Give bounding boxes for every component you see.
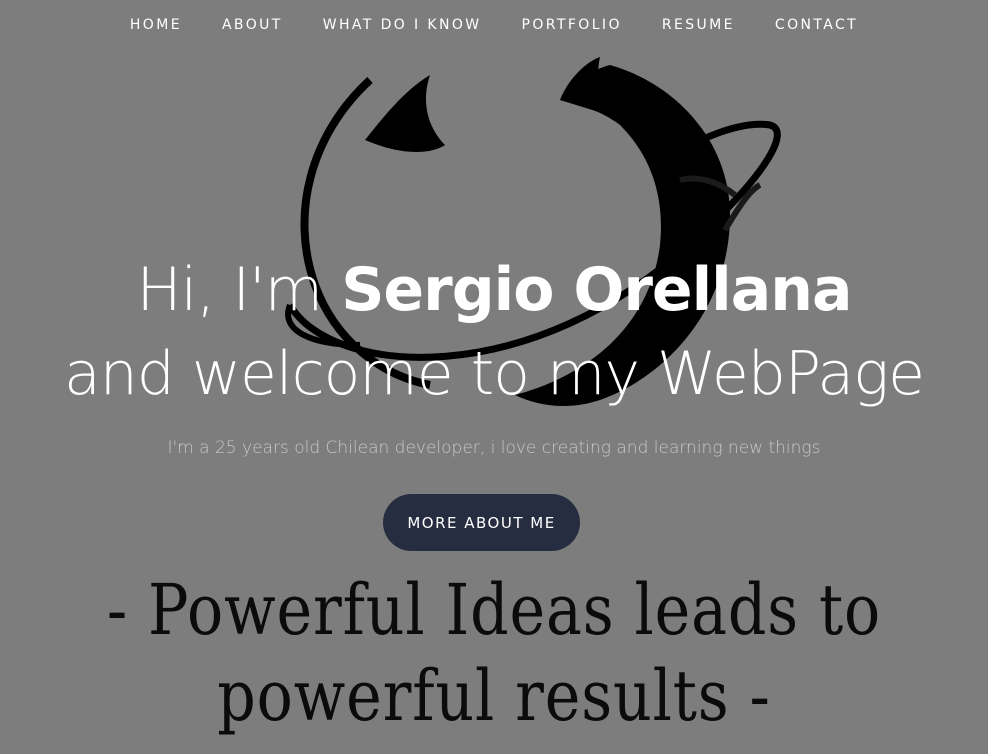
nav-link-portfolio[interactable]: PORTFOLIO <box>502 0 642 50</box>
quote-line-2: powerful results - <box>217 655 771 737</box>
top-navigation: HOME ABOUT WHAT DO I KNOW PORTFOLIO RESU… <box>0 0 988 50</box>
nav-link-resume[interactable]: RESUME <box>642 0 755 50</box>
hero-subtitle: I'm a 25 years old Chilean developer, i … <box>167 438 821 458</box>
nav-link-about[interactable]: ABOUT <box>202 0 303 50</box>
more-about-me-button[interactable]: MORE ABOUT ME <box>383 494 580 551</box>
nav-link-home[interactable]: HOME <box>110 0 202 50</box>
quote-block: - Powerful Ideas leads to powerful resul… <box>69 567 919 739</box>
hero-greeting-prefix: Hi, I'm <box>136 255 324 325</box>
hero-name: Sergio Orellana <box>341 255 852 325</box>
nav-link-what-do-i-know[interactable]: WHAT DO I KNOW <box>303 0 502 50</box>
hero-heading: Hi, I'm Sergio Orellana and welcome to m… <box>0 248 988 416</box>
nav-link-contact[interactable]: CONTACT <box>755 0 878 50</box>
quote-line-1: - Powerful Ideas leads to <box>106 569 882 651</box>
hero-greeting: Hi, I'm Sergio Orellana <box>0 248 988 332</box>
hero-welcome: and welcome to my WebPage <box>63 339 925 409</box>
